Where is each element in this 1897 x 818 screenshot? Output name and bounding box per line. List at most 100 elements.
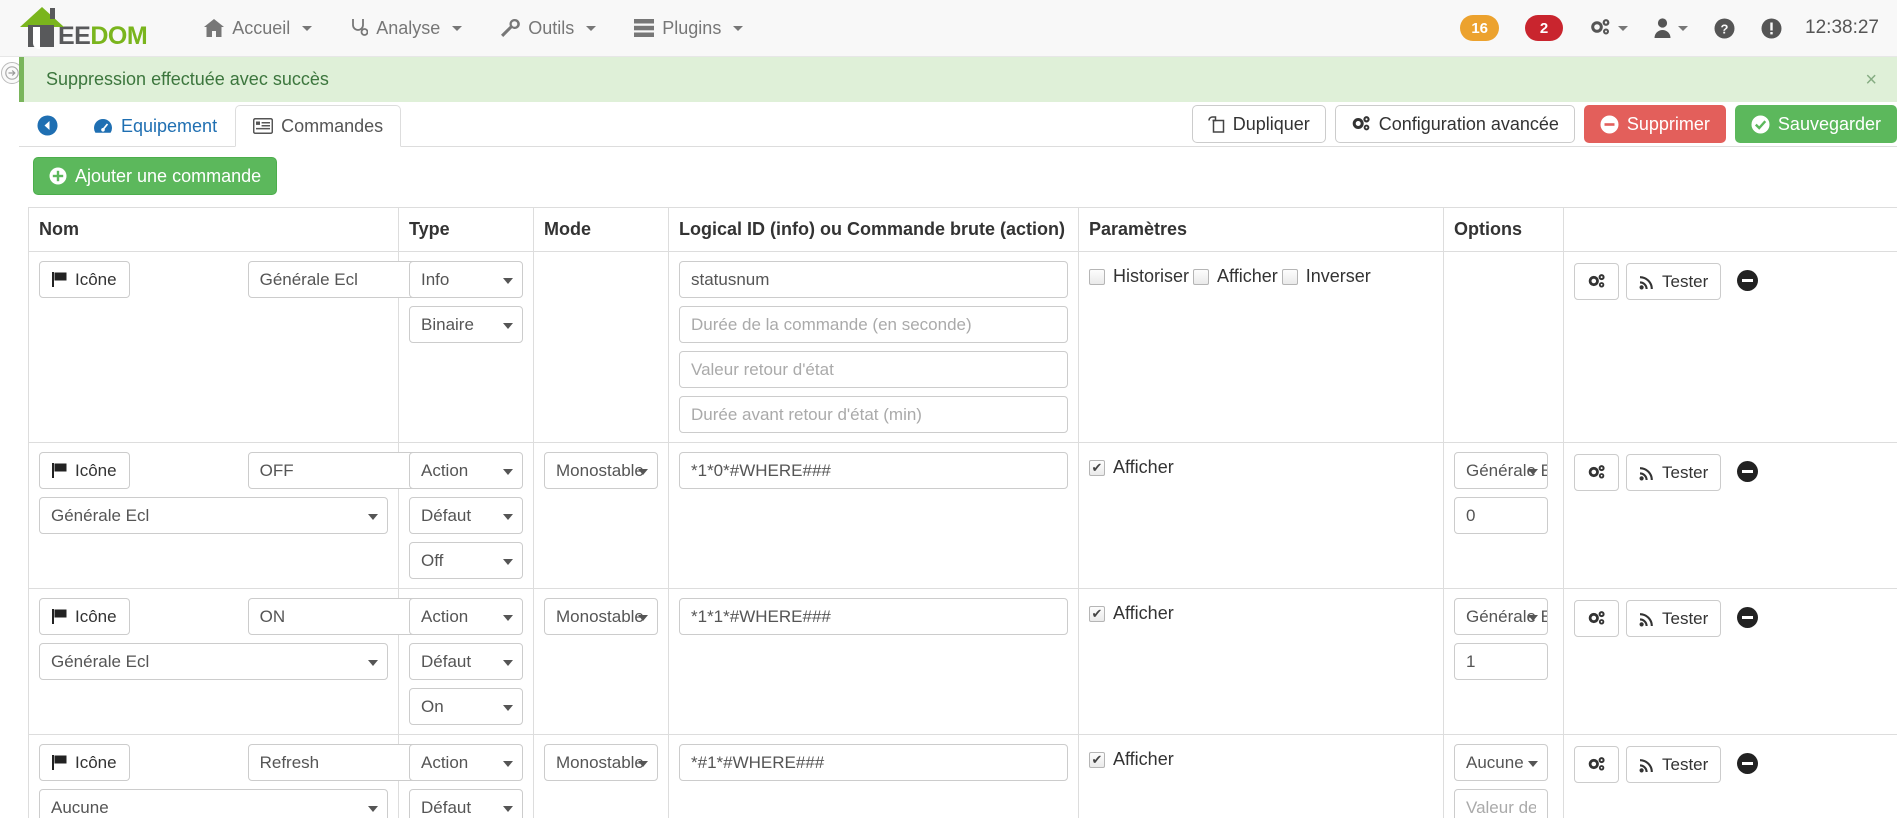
option-info-select[interactable]: Aucune — [1454, 744, 1548, 781]
state-return-value-input[interactable] — [679, 351, 1068, 388]
afficher-label: Afficher — [1113, 457, 1174, 477]
command-value-select[interactable]: Générale Ecl — [39, 497, 388, 534]
option-value-input[interactable] — [1454, 789, 1548, 818]
chevron-down-icon — [302, 25, 313, 31]
test-command-button[interactable]: Tester — [1626, 746, 1722, 783]
nav-item-plugins[interactable]: Plugins — [615, 0, 762, 57]
command-subtype-select[interactable]: Défaut — [409, 497, 523, 534]
afficher-checkbox[interactable] — [1089, 459, 1105, 476]
command-subtype-select[interactable]: Binaire — [409, 306, 523, 343]
nav-right-section: 16 2 ? 12:38:27 — [1447, 0, 1883, 57]
command-type-select[interactable]: Action — [409, 452, 523, 489]
command-mode-select[interactable]: Monostable — [544, 744, 658, 781]
command-config-button[interactable] — [1574, 263, 1619, 300]
add-command-button[interactable]: Ajouter une commande — [33, 157, 278, 195]
command-name-input[interactable] — [247, 744, 424, 781]
command-name-input[interactable] — [247, 598, 424, 635]
nav-item-analyse[interactable]: Analyse — [331, 0, 481, 57]
warning-count-badge[interactable]: 16 — [1460, 15, 1500, 41]
user-menu-icon[interactable] — [1641, 0, 1701, 57]
raw-command-input[interactable] — [679, 744, 1068, 781]
option-value-input[interactable] — [1454, 643, 1548, 680]
icon-picker-button[interactable]: Icône — [39, 261, 130, 298]
info-icon[interactable] — [1748, 0, 1795, 57]
jeedom-logo[interactable]: EEDOM — [14, 0, 148, 57]
col-header-logical-id: Logical ID (info) ou Commande brute (act… — [668, 207, 1079, 252]
command-state-select[interactable]: Off — [409, 542, 523, 579]
col-header-actions — [1563, 207, 1897, 252]
chevron-down-icon — [586, 25, 597, 31]
remove-command-icon[interactable] — [1737, 461, 1759, 482]
gears-menu-icon[interactable] — [1576, 0, 1641, 57]
historiser-checkbox[interactable] — [1089, 268, 1105, 285]
remove-command-icon[interactable] — [1737, 270, 1759, 291]
cell-type: Info Binaire — [398, 251, 534, 443]
afficher-checkbox[interactable] — [1089, 605, 1105, 622]
logo-text-dom: DOM — [90, 21, 148, 50]
alert-message: Suppression effectuée avec succès — [46, 69, 329, 89]
command-subtype-select[interactable]: Défaut — [409, 789, 523, 818]
server-icon — [634, 19, 655, 37]
nav-item-outils-label: Outils — [528, 17, 575, 38]
command-name-input[interactable] — [247, 452, 424, 489]
logical-id-input[interactable] — [679, 261, 1068, 298]
remove-command-icon[interactable] — [1737, 607, 1759, 628]
list-icon — [253, 118, 274, 134]
command-config-button[interactable] — [1574, 454, 1619, 491]
check-circle-icon — [1751, 115, 1770, 134]
state-return-delay-input[interactable] — [679, 396, 1068, 433]
table-row: Icône Aucune Action Défaut Mo — [28, 734, 1897, 818]
command-mode-select[interactable]: Monostable — [544, 452, 658, 489]
nav-item-outils[interactable]: Outils — [481, 0, 615, 57]
command-duration-input[interactable] — [679, 306, 1068, 343]
command-type-select[interactable]: Info — [409, 261, 523, 298]
command-state-select[interactable]: On — [409, 688, 523, 725]
command-subtype-select[interactable]: Défaut — [409, 643, 523, 680]
option-info-select[interactable]: Générale Ecl — [1454, 452, 1548, 489]
command-type-select[interactable]: Action — [409, 744, 523, 781]
cell-logical-id — [668, 442, 1079, 589]
jeedom-logo-text: EEDOM — [58, 21, 148, 51]
command-type-select[interactable]: Action — [409, 598, 523, 635]
command-value-select[interactable]: Aucune — [39, 789, 388, 818]
afficher-checkbox[interactable] — [1089, 751, 1105, 768]
inverser-checkbox[interactable] — [1281, 268, 1298, 285]
help-icon[interactable]: ? — [1701, 0, 1748, 57]
close-icon[interactable]: × — [1865, 70, 1877, 90]
option-value-input[interactable] — [1454, 497, 1548, 534]
command-name-input[interactable] — [247, 261, 424, 298]
icon-picker-button[interactable]: Icône — [39, 598, 130, 635]
command-mode-select[interactable]: Monostable — [544, 598, 658, 635]
test-command-button[interactable]: Tester — [1626, 454, 1722, 491]
remove-command-icon[interactable] — [1737, 753, 1759, 774]
raw-command-input[interactable] — [679, 598, 1068, 635]
nav-item-accueil[interactable]: Accueil — [185, 0, 331, 57]
cell-actions: Tester — [1563, 251, 1897, 443]
advanced-config-button[interactable]: Configuration avancée — [1334, 105, 1575, 143]
cell-type: Action Défaut On — [398, 588, 534, 735]
add-command-row: Ajouter une commande — [0, 147, 1897, 207]
flag-icon — [52, 755, 68, 770]
tab-equipement-label: Equipement — [121, 115, 218, 136]
success-alert: Suppression effectuée avec succès × — [19, 57, 1897, 102]
delete-button[interactable]: Supprimer — [1583, 105, 1726, 143]
dashboard-icon — [93, 118, 113, 135]
command-config-button[interactable] — [1574, 600, 1619, 637]
test-command-button[interactable]: Tester — [1626, 263, 1722, 300]
icon-picker-button[interactable]: Icône — [39, 744, 130, 781]
afficher-checkbox[interactable] — [1193, 268, 1210, 285]
option-info-select[interactable]: Générale Ecl — [1454, 598, 1548, 635]
back-button[interactable] — [19, 104, 75, 146]
test-command-button[interactable]: Tester — [1626, 600, 1722, 637]
icon-picker-button[interactable]: Icône — [39, 452, 130, 489]
command-value-select[interactable]: Générale Ecl — [39, 643, 388, 680]
tab-commandes[interactable]: Commandes — [235, 105, 402, 147]
cell-nom: Icône Générale Ecl — [28, 588, 424, 735]
error-count-badge[interactable]: 2 — [1525, 15, 1564, 41]
raw-command-input[interactable] — [679, 452, 1068, 489]
command-config-button[interactable] — [1574, 746, 1619, 783]
duplicate-button[interactable]: Dupliquer — [1191, 105, 1326, 143]
save-button[interactable]: Sauvegarder — [1734, 105, 1897, 143]
cell-type: Action Défaut Off — [398, 442, 534, 589]
tab-equipement[interactable]: Equipement — [75, 105, 235, 147]
